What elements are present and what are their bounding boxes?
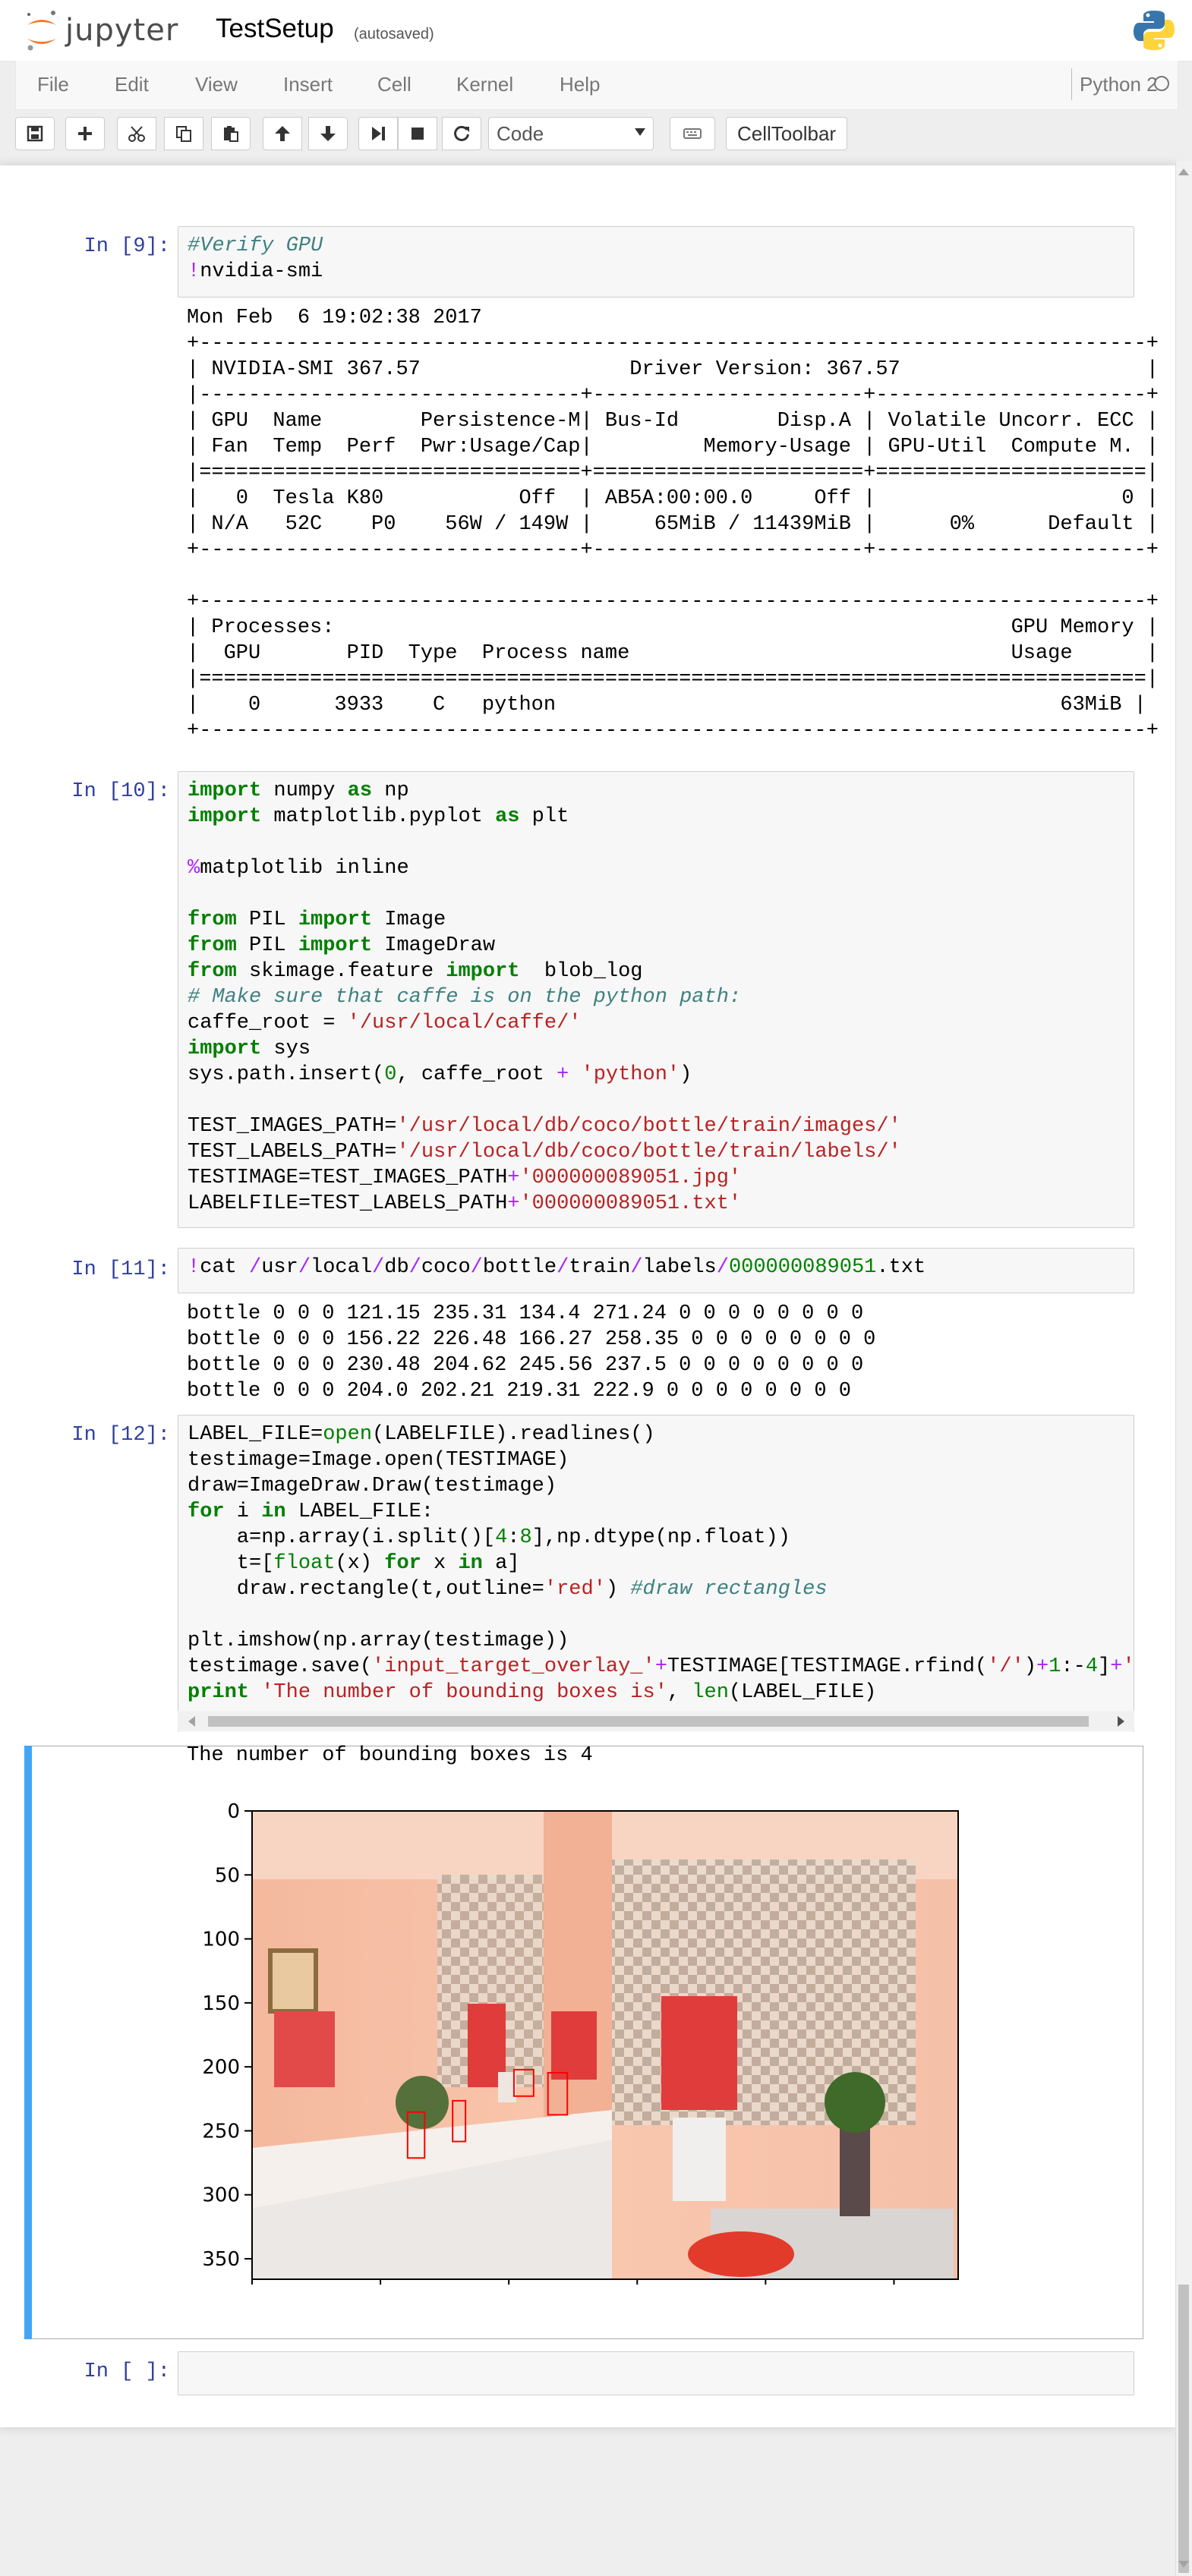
empty-code-cell-input[interactable] xyxy=(178,2351,1134,2395)
selected-cell-indicator xyxy=(24,1746,32,2339)
cell-prompt: In [ ]: xyxy=(84,2360,170,2383)
copy-button[interactable] xyxy=(164,117,203,150)
y-tick-label: 300 xyxy=(202,2184,240,2207)
interrupt-kernel-button[interactable] xyxy=(398,117,437,150)
cell-prompt: In [11]: xyxy=(71,1258,170,1281)
keyboard-icon xyxy=(683,128,702,139)
x-axis: 0100200300400500 xyxy=(251,2279,895,2285)
python-logo-icon xyxy=(1134,11,1175,50)
code-source: import numpy as np import matplotlib.pyp… xyxy=(188,779,901,1215)
menu-edit[interactable]: Edit xyxy=(115,73,149,96)
step-forward-icon xyxy=(372,127,385,140)
notebook-name[interactable]: TestSetup xyxy=(216,14,334,44)
vertical-scrollbar[interactable] xyxy=(1175,161,1192,2576)
y-tick-label: 50 xyxy=(215,1864,240,1887)
code-cell-input[interactable]: !cat /usr/local/db/coco/bottle/train/lab… xyxy=(178,1248,1134,1293)
copy-icon xyxy=(176,126,191,142)
stop-icon xyxy=(412,128,424,140)
cell-type-select[interactable]: Code xyxy=(488,117,654,150)
celltoolbar-button[interactable]: CellToolbar xyxy=(726,117,848,150)
chevron-down-icon xyxy=(635,128,645,136)
jupyter-logo-icon xyxy=(27,11,56,51)
cut-icon xyxy=(128,126,145,142)
menu-insert[interactable]: Insert xyxy=(283,73,333,96)
paste-icon xyxy=(224,126,238,142)
refresh-icon xyxy=(454,125,469,141)
y-tick-label: 0 xyxy=(227,1800,240,1823)
horizontal-scrollbar-thumb[interactable] xyxy=(208,1716,1089,1727)
move-up-button[interactable] xyxy=(263,117,302,150)
menu-cell[interactable]: Cell xyxy=(377,73,412,96)
scroll-up-icon[interactable] xyxy=(1178,168,1189,175)
logo-text: jupyter xyxy=(65,13,179,48)
menu-help[interactable]: Help xyxy=(560,73,600,96)
paste-button[interactable] xyxy=(211,117,251,150)
save-icon xyxy=(27,125,43,142)
y-tick-label: 250 xyxy=(202,2120,240,2143)
cell-prompt: In [9]: xyxy=(84,235,170,258)
code-line: nvidia-smi xyxy=(200,260,323,283)
cell-output-text: The number of bounding boxes is 4 xyxy=(187,1744,593,1767)
save-button[interactable] xyxy=(15,117,55,150)
insert-cell-button[interactable] xyxy=(65,117,105,150)
code-cell-input[interactable]: import numpy as np import matplotlib.pyp… xyxy=(178,771,1134,1228)
cell-prompt: In [12]: xyxy=(71,1424,170,1447)
code-cell-input[interactable]: #Verify GPU !nvidia-smi xyxy=(178,226,1134,298)
menu-view[interactable]: View xyxy=(195,73,238,96)
cell-output: bottle 0 0 0 121.15 235.31 134.4 271.24 … xyxy=(187,1302,876,1403)
cell-type-value: Code xyxy=(497,122,544,145)
run-cell-button[interactable] xyxy=(358,117,398,150)
matplotlib-figure: 0 50 100 150 200 250 300 350 0100200300400500 xyxy=(202,1800,959,2285)
kernel-status-icon xyxy=(1154,76,1169,91)
scroll-down-icon[interactable] xyxy=(1178,2561,1189,2568)
toolbar: Code CellToolbar xyxy=(0,109,1192,161)
y-tick-label: 200 xyxy=(202,2056,240,2079)
scroll-left-icon[interactable] xyxy=(188,1716,195,1727)
menu-file[interactable]: File xyxy=(37,73,69,96)
y-tick-label: 350 xyxy=(202,2248,240,2271)
command-palette-button[interactable] xyxy=(670,117,715,150)
menu-kernel[interactable]: Kernel xyxy=(456,73,513,96)
kernel-name: Python 2 xyxy=(1071,68,1158,100)
plus-icon xyxy=(78,127,92,140)
move-down-button[interactable] xyxy=(308,117,348,150)
bathroom-photo xyxy=(252,1811,958,2279)
menubar: File Edit View Insert Cell Kernel Help P… xyxy=(15,61,1178,110)
code-source: !cat /usr/local/db/coco/bottle/train/lab… xyxy=(188,1256,926,1279)
cut-button[interactable] xyxy=(117,117,156,150)
code-cell-input[interactable]: LABEL_FILE=open(LABELFILE).readlines() t… xyxy=(178,1415,1134,1732)
code-source: LABEL_FILE=open(LABELFILE).readlines() t… xyxy=(188,1423,1134,1704)
y-axis: 0 50 100 150 200 250 300 350 xyxy=(202,1800,252,2271)
y-tick-label: 100 xyxy=(202,1929,240,1951)
code-source: #Verify GPU !nvidia-smi xyxy=(188,235,323,283)
cell-output: Mon Feb 6 19:02:38 2017 +---------------… xyxy=(187,307,1159,742)
autosave-status: (autosaved) xyxy=(354,26,434,43)
y-tick-label: 150 xyxy=(202,1992,240,2015)
arrow-up-icon xyxy=(275,126,290,141)
vertical-scrollbar-thumb[interactable] xyxy=(1178,2285,1189,2573)
arrow-down-icon xyxy=(320,126,336,141)
cell-prompt: In [10]: xyxy=(71,780,170,803)
jupyter-logo[interactable]: jupyter xyxy=(24,8,178,53)
header: jupyter TestSetup (autosaved) xyxy=(0,0,1192,61)
scroll-right-icon[interactable] xyxy=(1118,1716,1124,1727)
restart-kernel-button[interactable] xyxy=(442,117,481,150)
